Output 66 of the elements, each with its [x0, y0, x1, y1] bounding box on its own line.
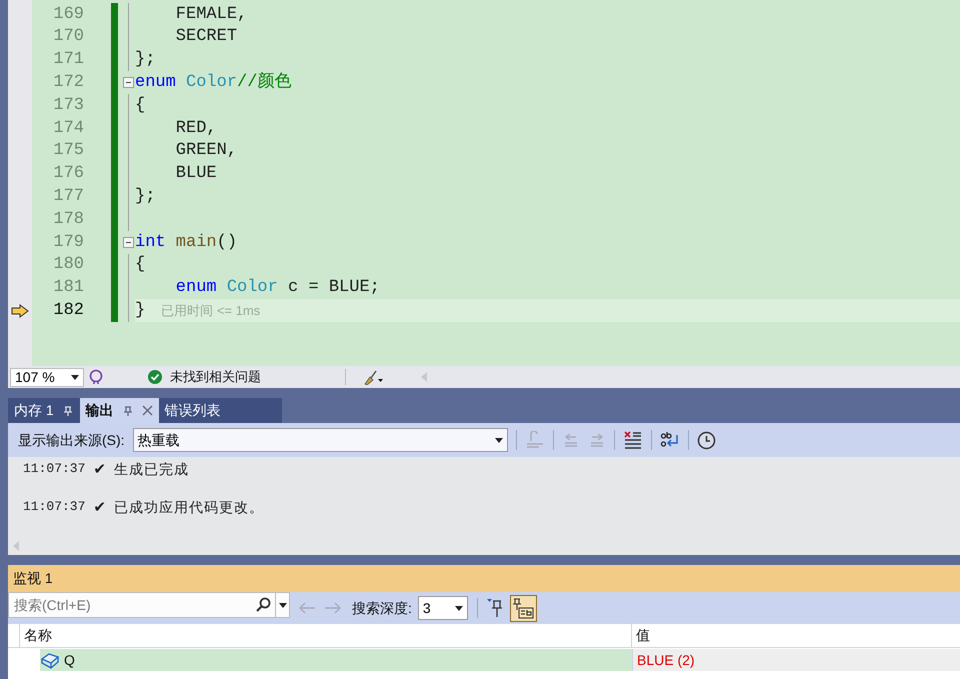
search-depth-label: 搜索深度: — [352, 598, 412, 618]
clear-all-icon[interactable] — [622, 430, 643, 450]
search-box[interactable]: 搜索(Ctrl+E) — [8, 592, 290, 618]
output-source-label: 显示输出来源(S): — [18, 430, 125, 450]
broom-icon[interactable] — [362, 369, 384, 385]
code-line: RED, — [174, 118, 217, 140]
dropdown-caret-icon[interactable] — [454, 606, 463, 610]
pin-icon[interactable] — [122, 404, 134, 416]
code-line: FEMALE, — [174, 4, 248, 26]
line-number: 171 — [53, 49, 84, 72]
dropdown-caret-icon[interactable] — [494, 438, 503, 442]
check-mark: ✔ — [93, 496, 106, 518]
line-number: 177 — [53, 186, 84, 208]
panel-tab[interactable]: 内存 1 — [8, 398, 80, 423]
message-time: 11:07:37 — [23, 498, 86, 516]
enum-icon — [40, 651, 60, 669]
dropdown-caret-icon[interactable] — [278, 602, 286, 608]
line-number: 179 — [53, 232, 84, 254]
zoom-dropdown[interactable]: 107 % — [10, 368, 84, 386]
column-header[interactable]: 名称 — [20, 624, 632, 647]
code-line: enum Color//颜色 — [135, 70, 292, 94]
message-text: 已成功应用代码更改。 — [114, 498, 264, 516]
search-field[interactable]: 搜索(Ctrl+E) — [14, 594, 255, 616]
line-number: 172 — [53, 72, 84, 94]
line-number: 174 — [53, 118, 84, 140]
code-line: enum Color c = BLUE; — [174, 277, 380, 300]
line-number: 173 — [53, 94, 84, 117]
message-text: 生成已完成 — [114, 460, 189, 478]
collapse-icon[interactable] — [122, 77, 134, 88]
line-number: 169 — [53, 4, 84, 26]
code-line: }; — [135, 186, 156, 208]
line-number: 181 — [53, 277, 84, 300]
watch-title: 监视 1 — [13, 569, 53, 588]
code-line: { — [135, 94, 146, 117]
code-line: }; — [135, 49, 156, 72]
watch-name: Q — [64, 650, 75, 670]
line-number: 170 — [53, 26, 84, 48]
column-header[interactable]: 值 — [632, 624, 960, 647]
check-mark: ✔ — [93, 458, 106, 480]
issues-status: 未找到相关问题 — [170, 368, 261, 386]
code-line: BLUE — [174, 163, 217, 186]
code-line: { — [135, 254, 146, 276]
line-number: 180 — [53, 254, 84, 276]
code-line: SECRET — [174, 26, 238, 48]
panel-tab[interactable]: 输出 — [80, 398, 159, 423]
line-number: 176 — [53, 163, 84, 186]
dropdown-caret-icon[interactable] — [71, 374, 79, 380]
elapsed-time-hint: 已用时间 <= 1ms — [161, 302, 260, 320]
clock-icon[interactable] — [696, 430, 716, 450]
collapse-icon[interactable] — [122, 236, 134, 248]
output-source-dropdown[interactable]: 热重载 — [132, 428, 508, 452]
message-time: 11:07:37 — [23, 460, 86, 478]
close-icon[interactable] — [142, 405, 153, 416]
code-line: int main() — [135, 232, 238, 254]
code-line: } — [135, 300, 146, 322]
line-number: 175 — [53, 140, 84, 162]
watch-value: BLUE (2) — [637, 650, 695, 670]
pin-filter-icon[interactable] — [486, 598, 504, 618]
code-line: GREEN, — [174, 140, 238, 162]
search-icon[interactable] — [255, 597, 271, 613]
check-circle-icon — [148, 370, 162, 384]
panel-tab[interactable]: 错误列表 — [158, 398, 282, 423]
line-number: 182 — [53, 300, 84, 322]
line-number: 178 — [53, 208, 84, 231]
search-depth-dropdown[interactable]: 3 — [418, 596, 468, 620]
pinned-text-icon[interactable] — [510, 594, 537, 622]
